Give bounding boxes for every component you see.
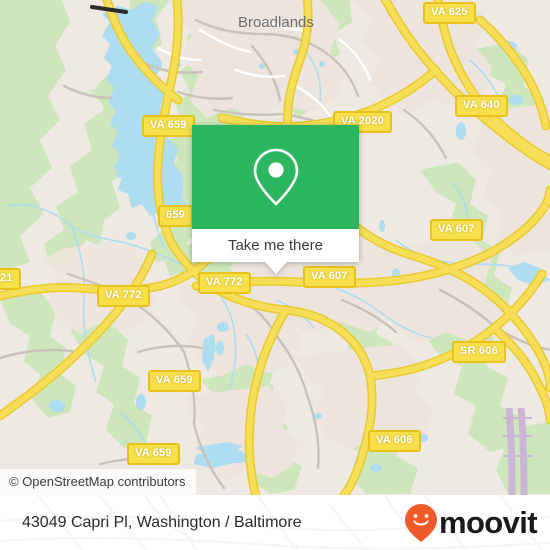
road-shield[interactable]: 659 — [158, 205, 193, 227]
road-shield[interactable]: SR 606 — [452, 341, 506, 363]
take-me-there-label: Take me there — [227, 237, 324, 254]
road-shield[interactable]: VA 659 — [142, 115, 195, 137]
moovit-wordmark: moovit — [438, 505, 538, 540]
road-shield[interactable]: VA 772 — [97, 285, 150, 307]
road-shield[interactable]: VA 606 — [368, 430, 421, 452]
destination-callout-card[interactable]: Take me there — [192, 125, 359, 274]
callout-image-panel — [192, 125, 359, 229]
road-shield[interactable]: VA 625 — [423, 2, 476, 24]
map-canvas[interactable]: .park { fill:#CEE6BB; } .urban { fill:#E… — [0, 0, 550, 495]
moovit-map-screenshot: .park { fill:#CEE6BB; } .urban { fill:#E… — [0, 0, 550, 550]
road-shield[interactable]: VA 607 — [430, 219, 483, 241]
road-shield[interactable]: VA 640 — [455, 95, 508, 117]
road-shield[interactable]: VA 659 — [148, 370, 201, 392]
road-shield[interactable]: VA 607 — [303, 266, 356, 288]
road-shield[interactable]: 21 — [0, 268, 21, 290]
address-label: 43049 Capri Pl, Washington / Baltimore — [22, 513, 302, 531]
callout-pointer-tail — [264, 262, 287, 274]
moovit-logo[interactable]: moovit — [404, 495, 538, 550]
location-pin-icon — [253, 148, 298, 206]
osm-attribution[interactable]: © OpenStreetMap contributors — [0, 469, 196, 495]
moovit-smiley-pin-icon — [404, 503, 437, 542]
road-shield[interactable]: VA 659 — [127, 443, 180, 465]
callout-action-panel[interactable]: Take me there — [192, 229, 359, 262]
road-shield[interactable]: VA 772 — [198, 272, 251, 294]
place-label-broadlands: Broadlands — [238, 14, 314, 31]
footer-bar: 43049 Capri Pl, Washington / Baltimore m… — [0, 495, 550, 550]
